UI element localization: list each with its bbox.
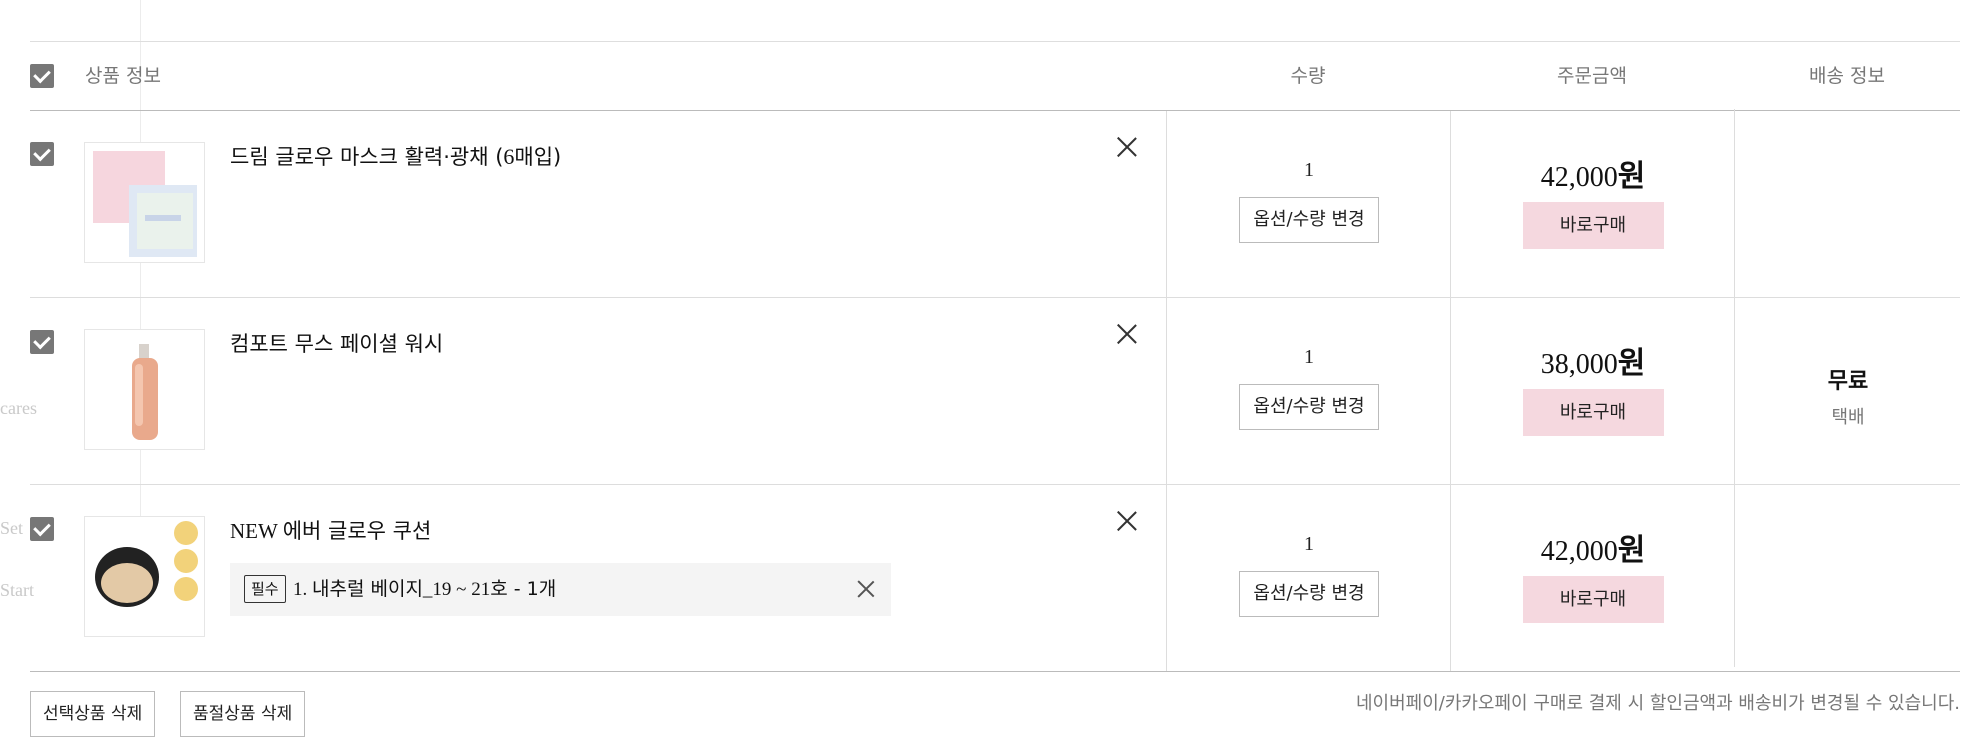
selected-option: 필수 1. 내추럴 베이지_19 ~ 21호 - 1개 xyxy=(230,563,891,616)
quantity-value: 1 xyxy=(1304,159,1314,181)
background-text: Set xyxy=(0,518,24,538)
remove-option-close-icon[interactable] xyxy=(858,581,874,597)
order-price: 42,000원 xyxy=(1451,525,1735,568)
buy-now-button[interactable]: 바로구매 xyxy=(1522,389,1664,436)
option-prefix: 1. xyxy=(293,579,312,600)
shipping-cell: 무료 택배 xyxy=(1734,109,1961,667)
order-price: 38,000원 xyxy=(1451,338,1735,381)
item-checkbox-icon[interactable] xyxy=(30,517,54,541)
product-name-text: 컴포트 무스 페이셜 워시 xyxy=(230,332,444,356)
item-checkbox-icon[interactable] xyxy=(30,142,54,166)
option-suffix: 호 - 1 xyxy=(490,578,539,600)
cart-header: 상품 정보 수량 주문금액 배송 정보 xyxy=(30,41,1960,111)
product-name[interactable]: NEW 에버 글로우 쿠션 xyxy=(230,515,431,545)
product-name-suffix: 매입) xyxy=(514,145,562,169)
option-detail: _19 ~ 21 xyxy=(422,579,491,600)
price-amount: 38,000 xyxy=(1540,349,1618,380)
cart-item: 드림 글로우 마스크 활력·광채 (6매입) 1 옵션/수량 변경 42,000… xyxy=(30,111,1960,298)
remove-item-close-icon[interactable] xyxy=(1117,511,1137,531)
quantity-cell: 1 옵션/수량 변경 xyxy=(1166,485,1451,671)
price-cell: 42,000원 바로구매 xyxy=(1450,111,1735,297)
price-amount: 42,000 xyxy=(1540,536,1618,567)
option-count-unit: 개 xyxy=(538,578,557,600)
payment-notice: 네이버페이/카카오페이 구매로 결제 시 할인금액과 배송비가 변경될 수 있습… xyxy=(1355,693,1960,714)
product-name-text: 드림 글로우 마스크 활력·광채 ( xyxy=(230,145,504,169)
quantity-value: 1 xyxy=(1304,346,1314,368)
quantity-value: 1 xyxy=(1304,533,1314,555)
header-quantity: 수량 xyxy=(1290,65,1326,87)
product-name[interactable]: 컴포트 무스 페이셜 워시 xyxy=(230,328,443,358)
product-name-text: 에버 글로우 쿠션 xyxy=(282,519,432,543)
quantity-cell: 1 옵션/수량 변경 xyxy=(1166,298,1451,484)
delete-soldout-button[interactable]: 품절상품 삭제 xyxy=(180,691,306,737)
change-option-button[interactable]: 옵션/수량 변경 xyxy=(1239,197,1379,243)
item-checkbox-icon[interactable] xyxy=(30,330,54,354)
product-name-number: 6 xyxy=(503,144,515,169)
cushion-compact-image xyxy=(95,521,198,607)
remove-item-close-icon[interactable] xyxy=(1117,137,1137,157)
price-amount: 42,000 xyxy=(1540,162,1618,193)
cart-table: 상품 정보 수량 주문금액 배송 정보 드림 글로우 마스크 활력·광채 (6매… xyxy=(30,41,1960,672)
quantity-cell: 1 옵션/수량 변경 xyxy=(1166,111,1451,297)
price-cell: 38,000원 바로구매 xyxy=(1450,298,1735,484)
option-name: 내추럴 베이지 xyxy=(312,578,423,600)
mask-box-image xyxy=(93,151,197,257)
header-product-info: 상품 정보 xyxy=(85,65,161,87)
price-cell: 42,000원 바로구매 xyxy=(1450,485,1735,671)
select-all-checkbox-icon[interactable] xyxy=(30,64,54,88)
required-badge: 필수 xyxy=(244,575,286,603)
shipping-method: 택배 xyxy=(1831,407,1865,428)
option-text: 1. 내추럴 베이지_19 ~ 21호 - 1개 xyxy=(293,563,556,616)
delete-selected-button[interactable]: 선택상품 삭제 xyxy=(30,691,156,737)
header-shipping-info: 배송 정보 xyxy=(1809,65,1885,87)
shipping-fee: 무료 xyxy=(1827,369,1869,394)
header-order-amount: 주문금액 xyxy=(1557,65,1627,87)
product-name-prefix: NEW xyxy=(230,519,283,543)
price-unit: 원 xyxy=(1617,533,1646,568)
change-option-button[interactable]: 옵션/수량 변경 xyxy=(1239,571,1379,617)
product-thumbnail[interactable] xyxy=(84,329,205,450)
buy-now-button[interactable]: 바로구매 xyxy=(1522,202,1664,249)
wash-bottle-image xyxy=(132,344,158,440)
price-unit: 원 xyxy=(1617,159,1646,194)
cart-item: NEW 에버 글로우 쿠션 필수 1. 내추럴 베이지_19 ~ 21호 - 1… xyxy=(30,485,1960,672)
background-text: Start xyxy=(0,580,34,600)
product-thumbnail[interactable] xyxy=(84,516,205,637)
order-price: 42,000원 xyxy=(1451,151,1735,194)
price-unit: 원 xyxy=(1617,346,1646,381)
remove-item-close-icon[interactable] xyxy=(1117,324,1137,344)
product-thumbnail[interactable] xyxy=(84,142,205,263)
buy-now-button[interactable]: 바로구매 xyxy=(1522,576,1664,623)
cart-item: 컴포트 무스 페이셜 워시 1 옵션/수량 변경 38,000원 바로구매 xyxy=(30,298,1960,485)
product-name[interactable]: 드림 글로우 마스크 활력·광채 (6매입) xyxy=(230,141,561,171)
change-option-button[interactable]: 옵션/수량 변경 xyxy=(1239,384,1379,430)
